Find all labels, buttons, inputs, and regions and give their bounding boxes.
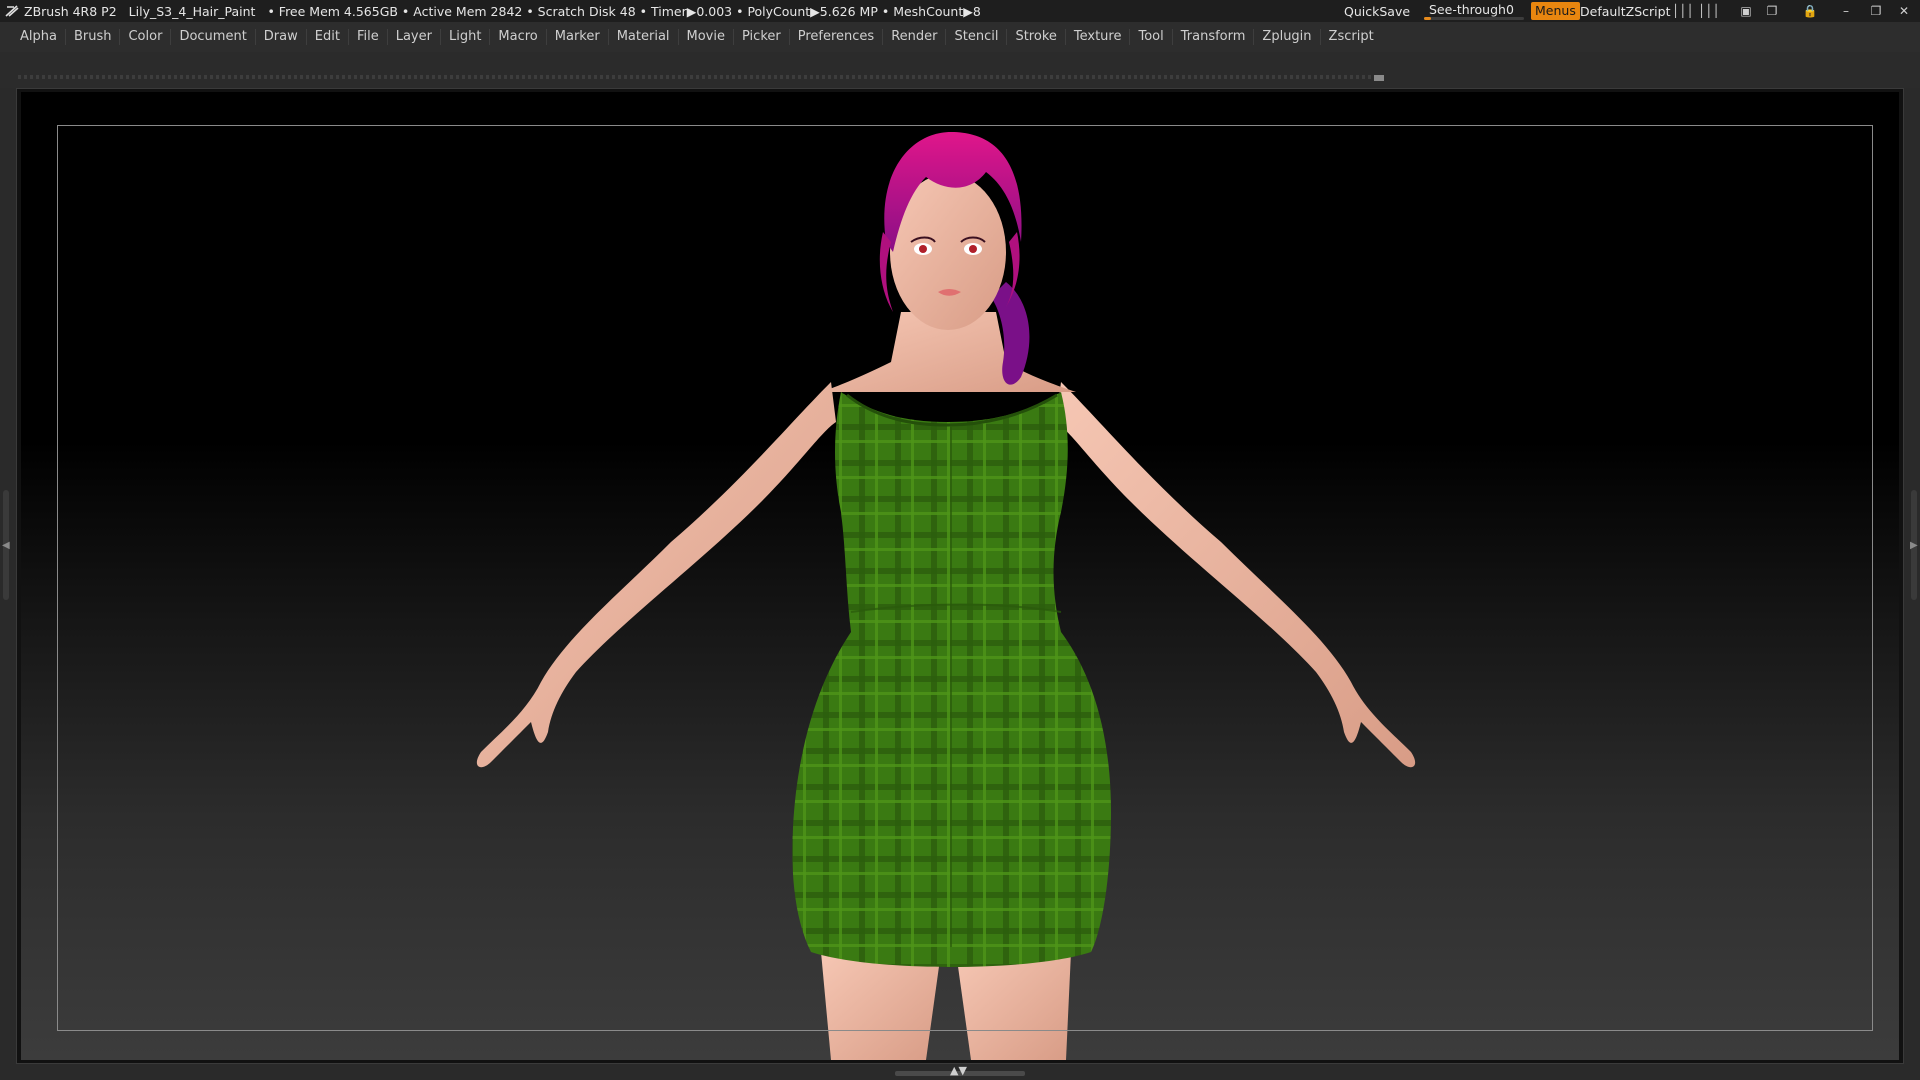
see-through-slider[interactable]: See-through 0 xyxy=(1424,0,1524,22)
layout-alt-icon[interactable]: │││ xyxy=(1698,3,1720,19)
memory-stats: • Free Mem 4.565GB • Active Mem 2842 • S… xyxy=(267,3,981,19)
menu-picker[interactable]: Picker xyxy=(734,26,789,48)
layout-icon[interactable]: │││ xyxy=(1672,3,1694,19)
document-canvas[interactable] xyxy=(21,92,1899,1060)
menu-texture[interactable]: Texture xyxy=(1066,26,1130,48)
restore-icon[interactable]: ❐ xyxy=(1868,3,1884,19)
document-border xyxy=(57,125,1873,1031)
menu-file[interactable]: File xyxy=(349,26,387,48)
menus-button[interactable]: Menus xyxy=(1531,2,1580,20)
shelf-ruler xyxy=(18,75,1372,79)
shelf-resize-handle[interactable] xyxy=(1374,75,1384,81)
left-tray-arrow-icon[interactable]: ◀ xyxy=(2,540,12,554)
menu-preferences[interactable]: Preferences xyxy=(790,26,882,48)
menu-tool[interactable]: Tool xyxy=(1130,26,1171,48)
menu-render[interactable]: Render xyxy=(883,26,945,48)
menu-zplugin[interactable]: Zplugin xyxy=(1254,26,1319,48)
menu-transform[interactable]: Transform xyxy=(1173,26,1254,48)
menu-brush[interactable]: Brush xyxy=(66,26,120,48)
menu-macro[interactable]: Macro xyxy=(490,26,545,48)
menu-draw[interactable]: Draw xyxy=(256,26,306,48)
menu-color[interactable]: Color xyxy=(120,26,170,48)
menu-edit[interactable]: Edit xyxy=(307,26,348,48)
menu-bar: Alpha Brush Color Document Draw Edit File Layer… xyxy=(0,22,1920,52)
file-name: Lily_S3_4_Hair_Paint xyxy=(128,3,256,19)
see-through-value: 0 xyxy=(1506,2,1514,17)
canvas-frame xyxy=(16,88,1904,1064)
app-name: ZBrush 4R8 P2 xyxy=(24,3,117,19)
menu-zscript[interactable]: Zscript xyxy=(1321,26,1382,48)
window-icon[interactable]: ▣ xyxy=(1738,3,1754,19)
see-through-track xyxy=(1424,17,1524,20)
menu-marker[interactable]: Marker xyxy=(547,26,608,48)
see-through-label: See-through xyxy=(1429,2,1506,17)
quicksave-button[interactable]: QuickSave xyxy=(1344,0,1410,22)
right-tray-arrow-icon[interactable]: ▶ xyxy=(1910,540,1920,554)
default-zscript-button[interactable]: DefaultZScript xyxy=(1580,0,1671,22)
menu-light[interactable]: Light xyxy=(441,26,489,48)
close-icon[interactable]: ✕ xyxy=(1896,3,1912,19)
window-stack-icon[interactable]: ❐ xyxy=(1764,3,1780,19)
zbrush-logo-icon xyxy=(5,5,19,17)
menu-alpha[interactable]: Alpha xyxy=(12,26,65,48)
menu-stroke[interactable]: Stroke xyxy=(1007,26,1064,48)
lock-icon[interactable]: 🔒 xyxy=(1802,3,1818,19)
see-through-fill xyxy=(1424,17,1431,20)
title-bar: ZBrush 4R8 P2 Lily_S3_4_Hair_Paint • Fre… xyxy=(0,0,1920,22)
minimize-icon[interactable]: – xyxy=(1838,3,1854,19)
menu-material[interactable]: Material xyxy=(609,26,678,48)
top-shelf xyxy=(0,52,1920,88)
menu-document[interactable]: Document xyxy=(171,26,254,48)
menu-stencil[interactable]: Stencil xyxy=(946,26,1006,48)
menu-movie[interactable]: Movie xyxy=(679,26,733,48)
bottom-tray-arrows-icon[interactable]: ▲▼ xyxy=(950,1064,967,1078)
menu-layer[interactable]: Layer xyxy=(388,26,440,48)
